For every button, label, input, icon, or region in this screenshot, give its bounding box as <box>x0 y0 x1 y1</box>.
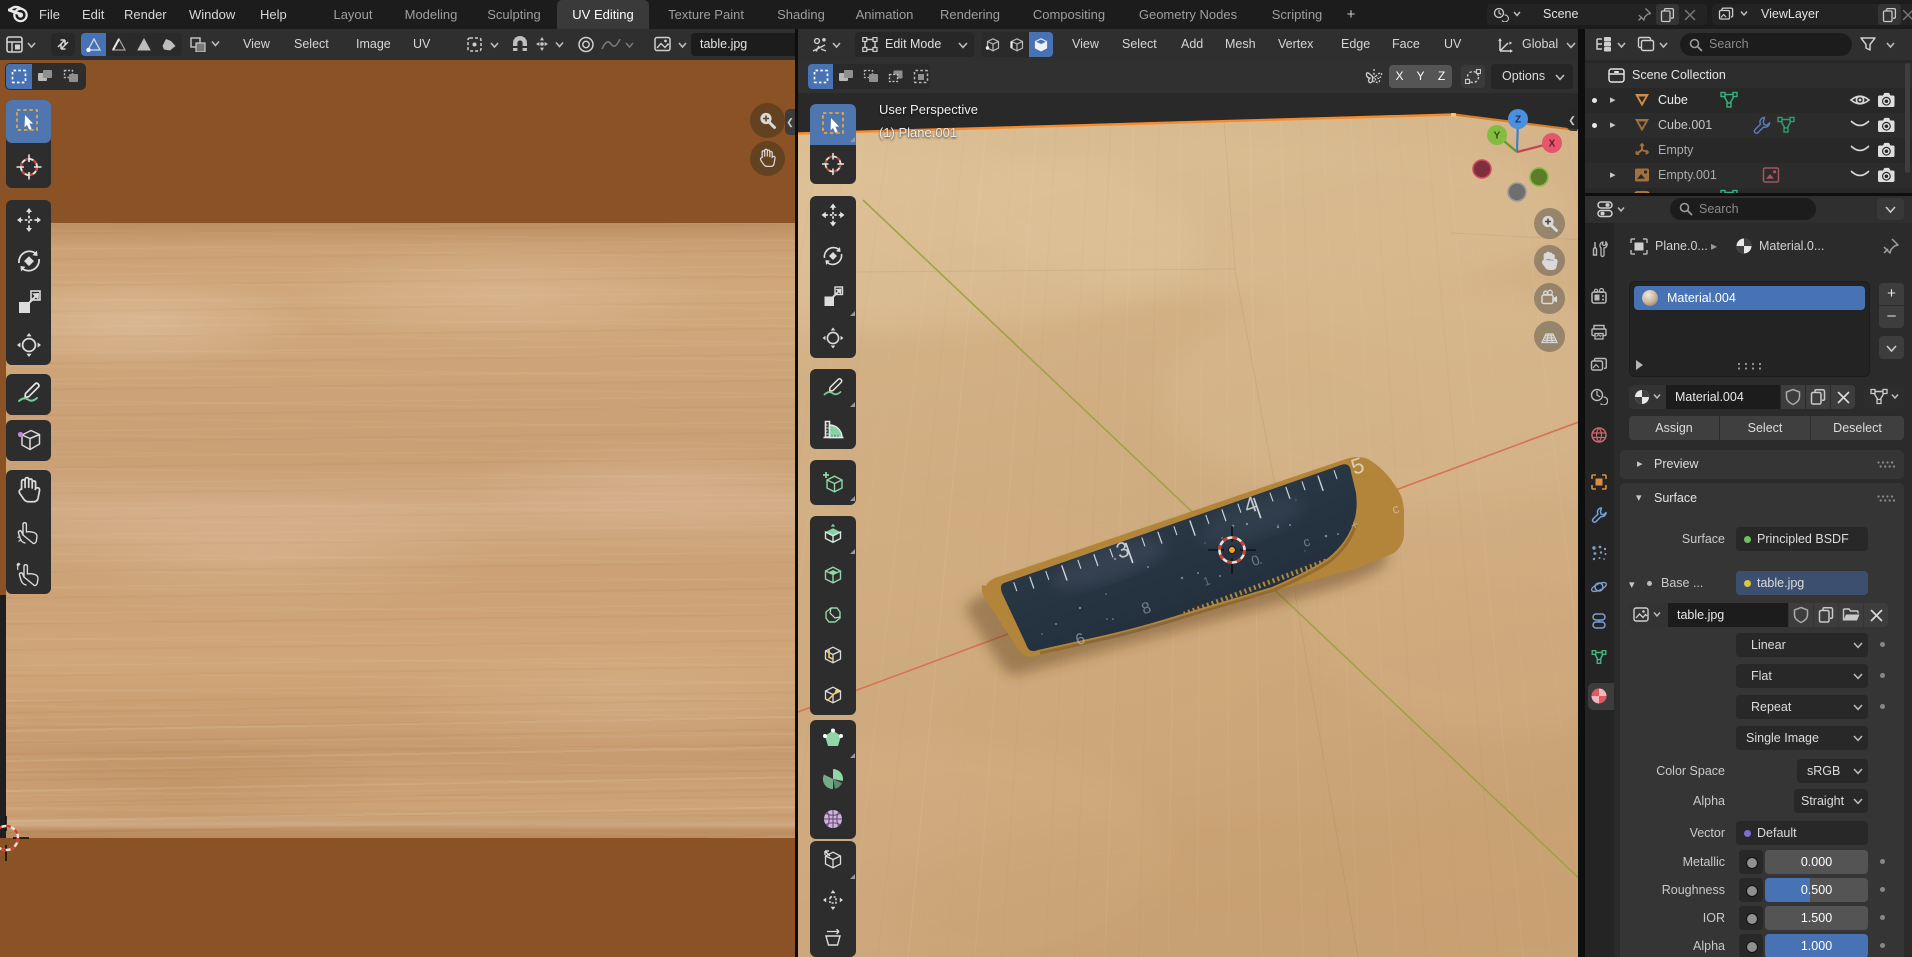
svg-text:X: X <box>1549 139 1556 150</box>
svg-text:Y: Y <box>1494 131 1501 142</box>
svg-text:Z: Z <box>1515 115 1521 126</box>
